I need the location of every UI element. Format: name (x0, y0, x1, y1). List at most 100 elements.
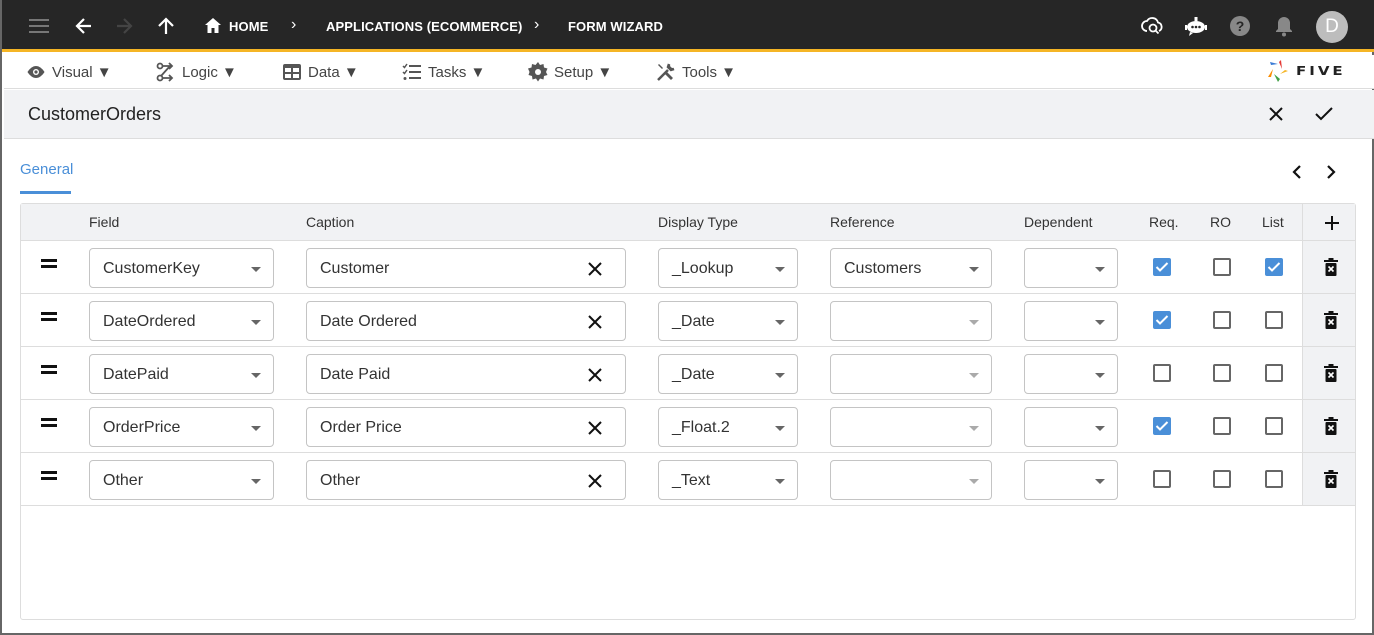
close-icon (588, 315, 602, 329)
plus-icon (1325, 216, 1339, 230)
dependent-select[interactable] (1024, 407, 1118, 447)
caption-input[interactable]: Customer (306, 248, 626, 288)
dropdown-caret-icon (251, 267, 261, 272)
req-checkbox[interactable] (1153, 417, 1171, 435)
drag-handle-icon[interactable] (41, 365, 57, 375)
chatbot-icon[interactable] (1184, 14, 1208, 38)
breadcrumb-home[interactable]: HOME (229, 19, 268, 34)
dropdown-caret-icon (1095, 267, 1105, 272)
reference-select[interactable] (830, 354, 992, 394)
menu-visual-label: Visual ▼ (52, 63, 112, 81)
req-checkbox[interactable] (1153, 258, 1171, 276)
req-checkbox[interactable] (1153, 311, 1171, 329)
list-checkbox[interactable] (1265, 311, 1283, 329)
ro-checkbox[interactable] (1213, 258, 1231, 276)
display-type-select[interactable]: _Text (658, 460, 798, 500)
up-arrow-icon[interactable] (154, 14, 178, 38)
req-checkbox[interactable] (1153, 364, 1171, 382)
checkmark-icon (1155, 315, 1169, 325)
delete-row-button[interactable] (1321, 256, 1341, 278)
list-checkbox[interactable] (1265, 417, 1283, 435)
reference-value: Customers (844, 260, 922, 277)
caption-value: Other (320, 472, 361, 489)
field-select[interactable]: DatePaid (89, 354, 274, 394)
menu-icon[interactable] (27, 14, 51, 38)
trash-icon (1324, 311, 1338, 329)
ro-checkbox[interactable] (1213, 311, 1231, 329)
reference-select[interactable] (830, 407, 992, 447)
add-row-button[interactable] (1321, 212, 1343, 234)
display-type-select[interactable]: _Float.2 (658, 407, 798, 447)
cancel-button[interactable] (1264, 102, 1288, 126)
caption-value: Date Paid (320, 366, 391, 383)
clear-caption-button[interactable] (585, 365, 605, 385)
field-select[interactable]: OrderPrice (89, 407, 274, 447)
dependent-select[interactable] (1024, 301, 1118, 341)
menu-logic-label: Logic ▼ (182, 63, 237, 81)
delete-row-button[interactable] (1321, 468, 1341, 490)
menu-bar: Visual ▼ Logic ▼ Data ▼ Tasks ▼ Setup ▼ … (4, 55, 1374, 89)
menu-tools[interactable]: Tools ▼ (656, 62, 736, 82)
clear-caption-button[interactable] (585, 259, 605, 279)
reference-select[interactable] (830, 460, 992, 500)
drag-handle-icon[interactable] (41, 418, 57, 428)
field-select[interactable]: CustomerKey (89, 248, 274, 288)
menu-tasks-label: Tasks ▼ (428, 63, 486, 81)
menu-visual[interactable]: Visual ▼ (26, 62, 112, 82)
req-checkbox[interactable] (1153, 470, 1171, 488)
menu-data-label: Data ▼ (308, 63, 359, 81)
caption-input[interactable]: Order Price (306, 407, 626, 447)
list-checkbox[interactable] (1265, 258, 1283, 276)
dependent-select[interactable] (1024, 354, 1118, 394)
drag-handle-icon[interactable] (41, 312, 57, 322)
drag-handle-icon[interactable] (41, 259, 57, 269)
menu-tools-label: Tools ▼ (682, 63, 737, 81)
ro-checkbox[interactable] (1213, 364, 1231, 382)
reference-select[interactable] (830, 301, 992, 341)
clear-caption-button[interactable] (585, 418, 605, 438)
display-type-value: _Float.2 (672, 419, 730, 436)
back-arrow-icon[interactable] (72, 14, 96, 38)
clear-caption-button[interactable] (585, 471, 605, 491)
delete-row-button[interactable] (1321, 362, 1341, 384)
menu-setup[interactable]: Setup ▼ (528, 62, 612, 82)
delete-row-button[interactable] (1321, 309, 1341, 331)
tab-general[interactable]: General (20, 161, 73, 178)
menu-data[interactable]: Data ▼ (282, 62, 359, 82)
field-select[interactable]: DateOrdered (89, 301, 274, 341)
dependent-select[interactable] (1024, 248, 1118, 288)
breadcrumb-form-wizard[interactable]: FORM WIZARD (568, 19, 663, 34)
close-icon (588, 421, 602, 435)
clear-caption-button[interactable] (585, 312, 605, 332)
forward-arrow-icon[interactable] (112, 14, 136, 38)
ro-checkbox[interactable] (1213, 417, 1231, 435)
table-row: OrderPrice Order Price _Float.2 (21, 400, 1355, 453)
save-button[interactable] (1312, 102, 1336, 126)
dropdown-caret-icon (775, 267, 785, 272)
caption-input[interactable]: Date Ordered (306, 301, 626, 341)
field-select[interactable]: Other (89, 460, 274, 500)
dependent-select[interactable] (1024, 460, 1118, 500)
display-type-select[interactable]: _Lookup (658, 248, 798, 288)
reference-select[interactable]: Customers (830, 248, 992, 288)
display-type-select[interactable]: _Date (658, 354, 798, 394)
previous-button[interactable] (1287, 160, 1307, 184)
next-button[interactable] (1321, 160, 1341, 184)
delete-row-button[interactable] (1321, 415, 1341, 437)
caption-input[interactable]: Date Paid (306, 354, 626, 394)
menu-tasks[interactable]: Tasks ▼ (402, 62, 485, 82)
drag-handle-icon[interactable] (41, 471, 57, 481)
home-icon[interactable] (201, 14, 225, 38)
notifications-bell-icon[interactable] (1272, 14, 1296, 38)
menu-logic[interactable]: Logic ▼ (156, 62, 237, 82)
list-checkbox[interactable] (1265, 470, 1283, 488)
list-checkbox[interactable] (1265, 364, 1283, 382)
help-icon[interactable]: ? (1228, 14, 1252, 38)
display-type-select[interactable]: _Date (658, 301, 798, 341)
avatar[interactable]: D (1316, 11, 1348, 43)
ro-checkbox[interactable] (1213, 470, 1231, 488)
column-header-list: List (1262, 214, 1284, 230)
cloud-search-icon[interactable] (1141, 14, 1165, 38)
breadcrumb-applications[interactable]: APPLICATIONS (ECOMMERCE) (326, 19, 522, 34)
caption-input[interactable]: Other (306, 460, 626, 500)
